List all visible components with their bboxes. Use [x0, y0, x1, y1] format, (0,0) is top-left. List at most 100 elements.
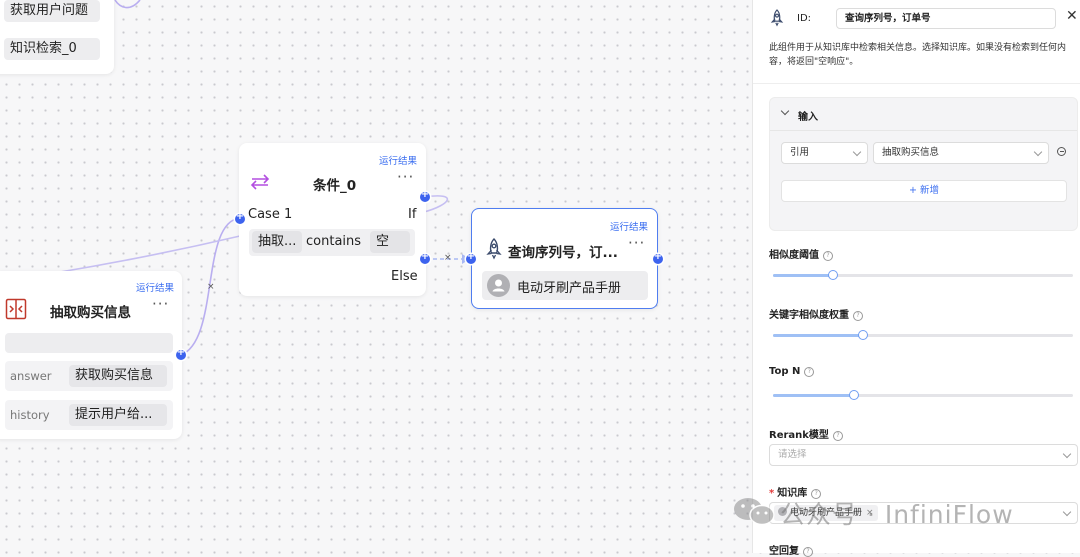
run-result-link[interactable]: 运行结果 — [379, 153, 417, 167]
slider-fill — [773, 394, 854, 397]
help-icon[interactable]: ? — [823, 251, 833, 261]
close-icon[interactable]: ✕ — [1066, 8, 1078, 24]
ref-value-select[interactable]: 抽取购买信息 — [873, 142, 1049, 164]
node-title: 抽取购买信息 — [50, 305, 131, 321]
kb-label: * 知识库? — [769, 484, 822, 499]
kb-label-text: 知识库 — [777, 488, 808, 499]
add-input-button[interactable]: + 新增 — [781, 180, 1067, 202]
rerank-placeholder: 请选择 — [778, 449, 807, 460]
kb-item: 电动牙刷产品手册 — [482, 271, 648, 300]
ref-value: 抽取购买信息 — [882, 147, 940, 158]
ref-type-select[interactable]: 引用 — [781, 142, 868, 164]
divider — [753, 83, 1080, 84]
output-port[interactable] — [653, 251, 663, 264]
topn-label-text: Top N — [769, 366, 801, 377]
help-icon[interactable]: ? — [853, 311, 863, 321]
input-port[interactable] — [235, 211, 245, 224]
kb-tag-avatar — [778, 507, 787, 516]
keyword-weight-label-text: 关键字相似度权重 — [769, 310, 849, 321]
node-title: 条件_0 — [313, 178, 357, 194]
topn-label: Top N? — [769, 366, 815, 377]
input-section: 输入 引用 抽取购买信息 + 新增 — [769, 97, 1078, 231]
chevron-down-icon — [1062, 449, 1072, 459]
tag-close-icon[interactable]: × — [866, 508, 874, 518]
node-item: 知识检索_0 — [4, 38, 100, 60]
slider-fill — [773, 274, 833, 277]
run-result-link[interactable]: 运行结果 — [136, 280, 174, 294]
field-row: answer 获取购买信息 — [5, 361, 173, 391]
help-icon[interactable]: ? — [832, 431, 843, 441]
user-icon — [492, 279, 505, 292]
kb-select[interactable]: 电动牙刷产品手册 × — [769, 502, 1078, 524]
top-partial-node[interactable]: 获取用户问题 知识检索_0 — [0, 0, 114, 74]
if-label: If — [408, 207, 417, 222]
similarity-label: 相似度阈值? — [769, 246, 833, 261]
condition-variable: 抽取... — [252, 231, 302, 253]
topn-slider[interactable] — [773, 390, 1073, 400]
node-item: 获取用户问题 — [4, 0, 100, 22]
rocket-icon — [770, 9, 784, 27]
rerank-label: Rerank模型? — [769, 426, 843, 441]
more-icon[interactable]: ··· — [152, 295, 169, 313]
else-label: Else — [391, 269, 418, 284]
field-key: history — [10, 408, 50, 422]
rerank-select[interactable]: 请选择 — [769, 444, 1078, 466]
condition-node[interactable]: 运行结果 条件_0 ··· Case 1 If 抽取... contains 空… — [239, 143, 426, 296]
ref-type-value: 引用 — [790, 147, 810, 158]
required-mark: * — [769, 488, 775, 499]
slider-thumb[interactable] — [849, 390, 859, 400]
id-input[interactable]: 查询序列号，订单号 — [836, 8, 1056, 29]
else-port[interactable] — [420, 251, 430, 264]
chevron-down-icon — [1062, 507, 1072, 517]
help-icon[interactable]: ? — [803, 547, 813, 557]
similarity-slider[interactable] — [773, 270, 1073, 280]
avatar — [487, 274, 510, 297]
condition-value: 空 — [370, 231, 410, 253]
kb-tag: 电动牙刷产品手册 × — [774, 505, 878, 521]
input-port[interactable] — [466, 251, 476, 264]
condition-row: 抽取... contains 空 — [249, 229, 415, 256]
chevron-down-icon — [852, 147, 862, 157]
node-title: 查询序列号，订... — [508, 245, 618, 261]
switch-icon — [250, 174, 270, 190]
field-value: 获取购买信息 — [69, 365, 167, 387]
kb-tag-label: 电动牙刷产品手册 — [790, 508, 863, 518]
collapse-chevron-icon[interactable] — [780, 106, 790, 116]
rocket-icon — [486, 238, 502, 260]
slider-fill — [773, 334, 863, 337]
edge-top-node — [114, 0, 141, 9]
field-row: history 提示用户给... — [5, 400, 173, 430]
keyword-weight-slider[interactable] — [773, 330, 1073, 340]
field-value: 提示用户给... — [69, 404, 167, 426]
slider-thumb[interactable] — [828, 270, 838, 280]
run-result-link[interactable]: 运行结果 — [610, 219, 648, 233]
extract-icon — [5, 298, 27, 320]
empty-reply-label: 空回复? — [769, 542, 813, 557]
more-icon[interactable]: ··· — [628, 234, 645, 252]
more-icon[interactable]: ··· — [397, 168, 414, 186]
remove-icon[interactable] — [1057, 147, 1066, 156]
edge-delete-mark[interactable]: × — [207, 282, 215, 292]
similarity-label-text: 相似度阈值 — [769, 250, 819, 261]
help-icon[interactable]: ? — [804, 367, 815, 377]
extract-node[interactable]: 运行结果 抽取购买信息 ··· answer 获取购买信息 history 提示… — [0, 271, 182, 439]
condition-operator: contains — [306, 234, 362, 249]
kb-item-label: 电动牙刷产品手册 — [517, 281, 622, 296]
config-panel: ID: 查询序列号，订单号 ✕ 此组件用于从知识库中检索相关信息。选择知识库。如… — [752, 0, 1080, 557]
keyword-weight-label: 关键字相似度权重? — [769, 306, 863, 321]
slider-thumb[interactable] — [858, 330, 868, 340]
help-icon[interactable]: ? — [811, 489, 822, 499]
chevron-down-icon — [1033, 147, 1043, 157]
if-port[interactable] — [420, 189, 430, 202]
component-description: 此组件用于从知识库中检索相关信息。选择知识库。如果没有检索到任何内容，将返回"空… — [769, 43, 1067, 67]
empty-reply-label-text: 空回复 — [769, 546, 799, 557]
output-port[interactable] — [176, 347, 186, 360]
case-label: Case 1 — [248, 207, 293, 222]
empty-field — [5, 333, 173, 353]
field-key: answer — [10, 369, 52, 383]
divider — [770, 130, 1077, 131]
id-label: ID: — [797, 13, 812, 24]
retrieval-node[interactable]: 运行结果 查询序列号，订... ··· 电动牙刷产品手册 — [471, 208, 658, 309]
input-section-title: 输入 — [798, 112, 818, 123]
edge-delete-mark[interactable]: × — [444, 253, 452, 263]
